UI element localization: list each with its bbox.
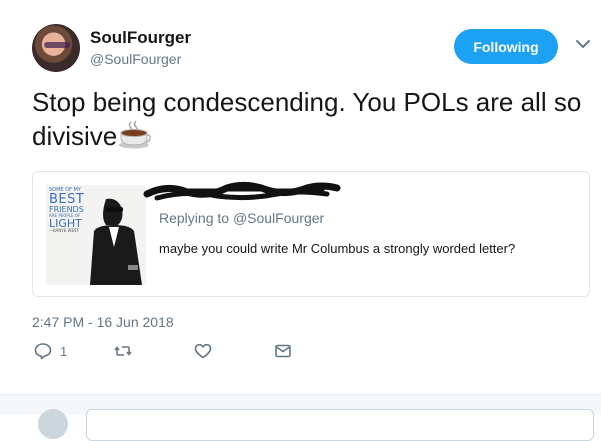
poster-text: SOME OF MY BEST FRIENDS ARE PEOPLE OF LI… [49,188,84,233]
replying-to-label: Replying to [159,210,230,226]
following-button[interactable]: Following [454,29,558,64]
direct-message-button[interactable] [274,342,292,360]
tweet-text-body: Stop being condescending. You POLs are a… [32,87,582,151]
hot-beverage-icon [119,120,152,149]
quoted-tweet-text: maybe you could write Mr Columbus a stro… [159,241,516,256]
tweet-text: Stop being condescending. You POLs are a… [32,86,587,153]
reply-icon [34,343,52,360]
redaction-scribble [143,181,341,201]
quoted-tweet[interactable]: SOME OF MY BEST FRIENDS ARE PEOPLE OF LI… [32,171,590,297]
chevron-down-icon[interactable] [575,38,591,50]
tweet-timestamp[interactable]: 2:47 PM - 16 Jun 2018 [32,314,174,330]
retweet-button[interactable] [114,342,140,360]
reply-composer-bar [0,394,601,441]
envelope-icon [275,344,291,358]
replying-to: Replying to @SoulFourger [159,210,324,226]
replying-to-handle[interactable]: @SoulFourger [233,210,324,226]
author-handle[interactable]: @SoulFourger [90,51,181,67]
author-display-name[interactable]: SoulFourger [90,28,191,48]
like-button[interactable] [194,342,220,360]
retweet-icon [114,346,132,356]
reply-button[interactable]: 1 [34,342,67,360]
heart-icon [194,343,212,359]
reply-count: 1 [60,343,68,359]
quoted-tweet-image[interactable]: SOME OF MY BEST FRIENDS ARE PEOPLE OF LI… [46,185,146,285]
profile-avatar[interactable] [32,24,80,72]
